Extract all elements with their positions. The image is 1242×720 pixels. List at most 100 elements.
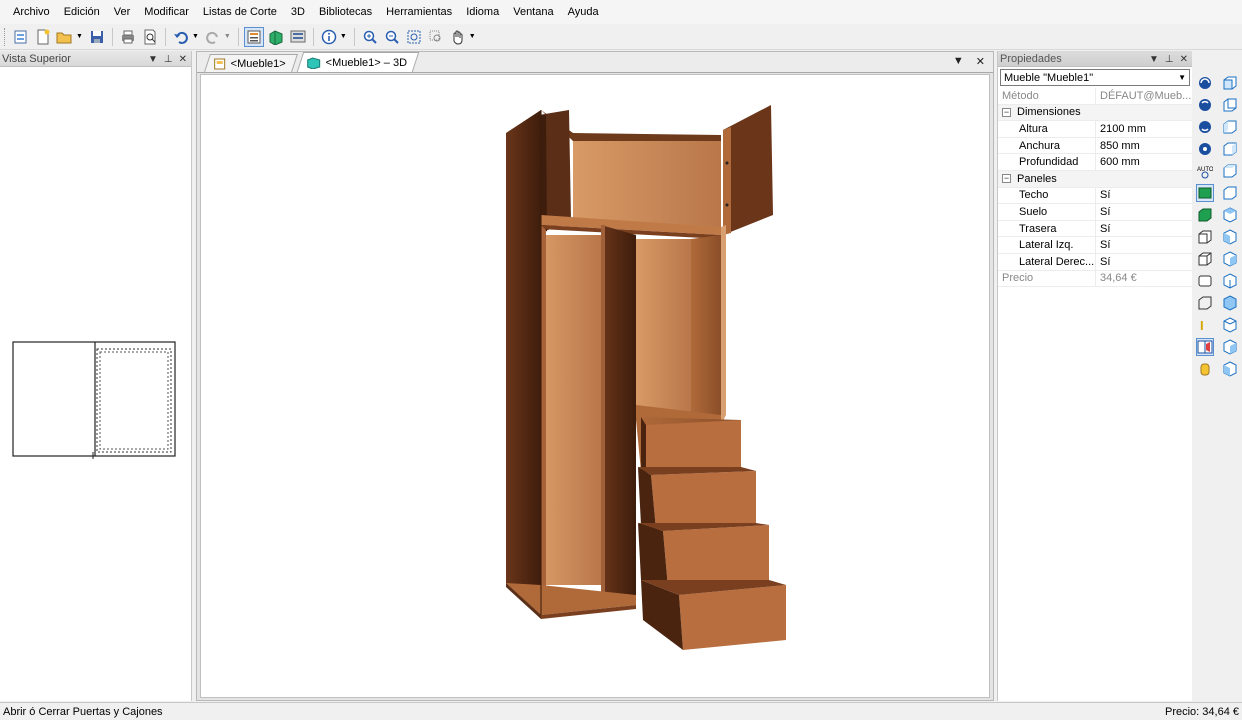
wardrobe-3d-model[interactable] <box>201 75 990 698</box>
zoom-out-icon[interactable] <box>382 27 402 47</box>
properties-icon[interactable] <box>243 26 264 47</box>
property-row-lateral-derecho[interactable]: Lateral Derec... Sí <box>998 253 1192 271</box>
menu-archivo[interactable]: Archivo <box>6 2 57 22</box>
rotate-left-icon[interactable] <box>1196 96 1214 114</box>
menu-3d[interactable]: 3D <box>284 2 312 22</box>
zoom-extents-icon[interactable] <box>404 27 424 47</box>
menu-ventana[interactable]: Ventana <box>506 2 560 22</box>
menu-listas-de-corte[interactable]: Listas de Corte <box>196 2 284 22</box>
new-file-icon[interactable] <box>33 27 53 47</box>
pin-icon[interactable]: ⊥ <box>164 54 173 65</box>
cube-view-back-icon[interactable] <box>1221 96 1239 114</box>
box-textured-icon[interactable] <box>1196 228 1214 246</box>
property-label: Método <box>998 88 1096 104</box>
auto-icon[interactable]: AUTO <box>1196 162 1214 180</box>
iso-view-7-icon[interactable] <box>1221 338 1239 356</box>
iso-view-3-icon[interactable] <box>1221 250 1239 268</box>
property-row-lateral-izq[interactable]: Lateral Izq. Sí <box>998 237 1192 254</box>
iso-view-4-icon[interactable] <box>1221 272 1239 290</box>
close-document-icon[interactable]: ✕ <box>976 55 985 68</box>
cylinder-icon[interactable] <box>1196 360 1214 378</box>
property-value[interactable]: 600 mm <box>1096 154 1192 170</box>
menu-herramientas[interactable]: Herramientas <box>379 2 459 22</box>
info-icon[interactable] <box>319 27 339 47</box>
property-row-precio[interactable]: Precio 34,64 € <box>998 270 1192 288</box>
collapse-icon[interactable]: − <box>1002 174 1011 184</box>
box-lines-icon[interactable] <box>1196 250 1214 268</box>
category-paneles[interactable]: − Paneles <box>998 170 1192 188</box>
property-value[interactable]: Sí <box>1096 221 1192 237</box>
property-row-trasera[interactable]: Trasera Sí <box>998 220 1192 238</box>
iso-view-5-icon[interactable] <box>1221 294 1239 312</box>
iso-view-8-icon[interactable] <box>1221 360 1239 378</box>
object-selector[interactable]: Mueble "Mueble1" ▼ <box>1000 69 1190 86</box>
cube-view-right-icon[interactable] <box>1221 140 1239 158</box>
undo-icon[interactable] <box>171 27 191 47</box>
cube-view-front-icon[interactable] <box>1221 74 1239 92</box>
property-value[interactable]: Sí <box>1096 237 1192 253</box>
zoom-in-icon[interactable] <box>360 27 380 47</box>
open-close-doors-icon[interactable] <box>1196 338 1214 356</box>
close-icon[interactable]: ✕ <box>1180 54 1188 65</box>
pan-hand-icon[interactable] <box>448 27 468 47</box>
cube-view-bottom-icon[interactable] <box>1221 184 1239 202</box>
property-value[interactable]: Sí <box>1096 254 1192 270</box>
property-row-suelo[interactable]: Suelo Sí <box>998 204 1192 221</box>
toolbar-grip[interactable] <box>4 27 7 46</box>
chevron-down-icon[interactable]: ▼ <box>76 33 83 40</box>
iso-view-2-icon[interactable] <box>1221 228 1239 246</box>
tab-mueble1-3d[interactable]: <Mueble1> – 3D <box>296 52 420 72</box>
close-icon[interactable]: ✕ <box>179 54 187 65</box>
box-wire-icon[interactable] <box>1196 294 1214 312</box>
zoom-window-icon[interactable] <box>426 27 446 47</box>
chevron-down-icon[interactable]: ▼ <box>192 33 199 40</box>
menu-modificar[interactable]: Modificar <box>137 2 196 22</box>
chevron-down-icon[interactable]: ▼ <box>340 33 347 40</box>
menu-idioma[interactable]: Idioma <box>459 2 506 22</box>
save-icon[interactable] <box>87 27 107 47</box>
property-row-profundidad[interactable]: Profundidad 600 mm <box>998 154 1192 171</box>
menu-ver[interactable]: Ver <box>107 2 138 22</box>
property-row-anchura[interactable]: Anchura 850 mm <box>998 137 1192 155</box>
print-preview-icon[interactable] <box>140 27 160 47</box>
property-row-techo[interactable]: Techo Sí <box>998 187 1192 205</box>
property-row-altura[interactable]: Altura 2100 mm <box>998 121 1192 138</box>
chevron-down-icon[interactable]: ▼ <box>224 33 231 40</box>
solid-view-icon[interactable] <box>1196 184 1214 202</box>
tab-mueble1-plan[interactable]: <Mueble1> <box>204 54 298 72</box>
menu-edicion[interactable]: Edición <box>57 2 107 22</box>
iso-view-6-icon[interactable] <box>1221 316 1239 334</box>
open-folder-icon[interactable] <box>55 27 75 47</box>
menu-bibliotecas[interactable]: Bibliotecas <box>312 2 379 22</box>
panel-menu-icon[interactable]: ▼ <box>1149 54 1159 65</box>
orbit-icon[interactable] <box>1196 140 1214 158</box>
iso-view-1-icon[interactable] <box>1221 206 1239 224</box>
property-value[interactable]: 2100 mm <box>1096 121 1192 137</box>
menu-bar: Archivo Edición Ver Modificar Listas de … <box>0 0 1242 24</box>
property-value[interactable]: Sí <box>1096 204 1192 220</box>
chevron-down-icon[interactable]: ▼ <box>469 33 476 40</box>
cube-view-top-icon[interactable] <box>1221 162 1239 180</box>
rotate-icon[interactable] <box>1196 74 1214 92</box>
property-value[interactable]: 850 mm <box>1096 138 1192 154</box>
shaded-box-icon[interactable] <box>1196 206 1214 224</box>
rotate-right-icon[interactable] <box>1196 118 1214 136</box>
top-view-drawing[interactable] <box>0 67 192 707</box>
category-dimensiones[interactable]: − Dimensiones <box>998 104 1192 122</box>
collapse-icon[interactable]: − <box>1002 107 1011 117</box>
3d-viewport[interactable] <box>200 74 990 698</box>
dimension-icon[interactable]: I <box>1196 316 1214 334</box>
new-project-icon[interactable] <box>11 27 31 47</box>
pin-icon[interactable]: ⊥ <box>1165 54 1174 65</box>
tab-list-icon[interactable]: ▼ <box>953 55 964 68</box>
panel-menu-icon[interactable]: ▼ <box>148 54 158 65</box>
cube-view-left-icon[interactable] <box>1221 118 1239 136</box>
3d-view-icon[interactable] <box>266 27 286 47</box>
property-row-metodo[interactable]: Método DÉFAUT@Mueb... <box>998 88 1192 105</box>
render-icon[interactable] <box>288 27 308 47</box>
menu-ayuda[interactable]: Ayuda <box>561 2 606 22</box>
print-icon[interactable] <box>118 27 138 47</box>
box-outline-icon[interactable] <box>1196 272 1214 290</box>
redo-icon[interactable] <box>203 27 223 47</box>
property-value[interactable]: Sí <box>1096 188 1192 204</box>
